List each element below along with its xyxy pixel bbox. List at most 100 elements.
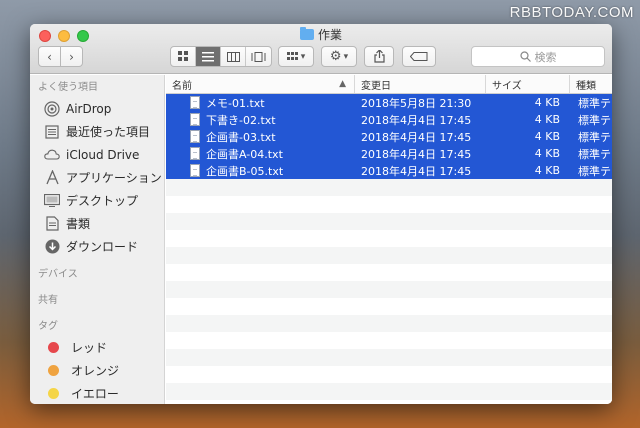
list-view-button[interactable] xyxy=(196,47,221,66)
search-field[interactable]: 検索 xyxy=(471,46,605,67)
file-name-cell: 企画書-03.txt xyxy=(166,129,355,145)
empty-row xyxy=(166,315,612,332)
file-date: 2018年4月4日 17:45 xyxy=(361,130,472,144)
sidebar-tag-yellow[interactable]: イエロー xyxy=(30,382,164,404)
empty-row xyxy=(166,383,612,400)
file-size: 4 KB xyxy=(534,147,560,160)
downloads-icon xyxy=(44,239,60,255)
share-button[interactable] xyxy=(364,46,394,67)
tag-icon xyxy=(410,52,428,61)
file-date: 2018年4月4日 17:45 xyxy=(361,164,472,178)
title-bar: 作業 ‹ › ▾ ⚙ ▾ 検索 xyxy=(30,24,612,74)
folder-icon xyxy=(299,27,314,40)
file-list: 名前 ▲ 変更日 サイズ 種類 メモ-01.txt 2018年5月8日 21:3… xyxy=(166,75,612,404)
file-size: 4 KB xyxy=(534,113,560,126)
sidebar-item-label: 最近使った項目 xyxy=(66,125,151,139)
arrange-button[interactable]: ▾ xyxy=(278,46,314,67)
forward-button[interactable]: › xyxy=(60,46,83,67)
sidebar-item-label: 書類 xyxy=(66,217,91,231)
sidebar-item-label: iCloud Drive xyxy=(66,147,140,162)
sidebar-item-downloads[interactable]: ダウンロード xyxy=(30,235,164,258)
tag-color-dot xyxy=(48,342,59,353)
sidebar-item-airdrop[interactable]: AirDrop xyxy=(30,97,164,120)
sidebar-item-recents[interactable]: 最近使った項目 xyxy=(30,120,164,143)
chevron-down-icon: ▾ xyxy=(343,51,349,62)
column-header-kind[interactable]: 種類 xyxy=(570,75,612,93)
table-row[interactable]: メモ-01.txt 2018年5月8日 21:30 4 KB 標準テ xyxy=(166,94,612,111)
empty-row xyxy=(166,264,612,281)
tag-color-dot xyxy=(48,388,59,399)
file-name-cell: 企画書B-05.txt xyxy=(166,163,355,179)
sidebar-item-label: AirDrop xyxy=(66,101,112,116)
sidebar-item-icloud-drive[interactable]: iCloud Drive xyxy=(30,143,164,166)
sidebar-item-applications[interactable]: アプリケーション xyxy=(30,166,164,189)
file-kind: 標準テ xyxy=(578,96,611,110)
file-kind: 標準テ xyxy=(578,164,611,178)
file-size: 4 KB xyxy=(534,130,560,143)
column-header-label: 変更日 xyxy=(361,80,391,92)
file-name: 下書き-02.txt xyxy=(206,113,276,127)
gallery-view-button[interactable] xyxy=(246,47,271,66)
sidebar-section-tags: タグ xyxy=(38,321,58,332)
cloud-icon xyxy=(44,147,60,163)
empty-row xyxy=(166,298,612,315)
empty-rows xyxy=(166,179,612,404)
text-document-icon xyxy=(190,113,200,126)
column-header-date[interactable]: 変更日 xyxy=(355,75,486,93)
file-name: 企画書A-04.txt xyxy=(206,147,283,161)
airdrop-icon xyxy=(44,100,60,117)
file-date: 2018年5月8日 21:30 xyxy=(361,96,472,110)
sidebar-item-label: イエロー xyxy=(71,387,119,401)
file-name: 企画書B-05.txt xyxy=(206,164,284,178)
column-header-name[interactable]: 名前 ▲ xyxy=(166,75,355,93)
empty-row xyxy=(166,281,612,298)
action-button[interactable]: ⚙ ▾ xyxy=(321,46,357,67)
chevron-left-icon: ‹ xyxy=(47,49,52,64)
table-row[interactable]: 企画書B-05.txt 2018年4月4日 17:45 4 KB 標準テ xyxy=(166,162,612,179)
text-document-icon xyxy=(190,147,200,160)
tags-button[interactable] xyxy=(402,46,436,67)
sort-ascending-icon: ▲ xyxy=(339,79,346,89)
empty-row xyxy=(166,179,612,196)
text-document-icon xyxy=(190,96,200,109)
sidebar: よく使う項目 AirDrop 最近使った項目 iCloud Drive アプリケ… xyxy=(30,75,165,404)
icon-view-icon xyxy=(177,51,188,61)
tag-color-dot xyxy=(48,365,59,376)
column-header-label: サイズ xyxy=(492,80,522,92)
sidebar-item-desktop[interactable]: デスクトップ xyxy=(30,189,164,212)
empty-row xyxy=(166,332,612,349)
file-date: 2018年4月4日 17:45 xyxy=(361,147,472,161)
icon-view-button[interactable] xyxy=(171,47,196,66)
sidebar-tag-orange[interactable]: オレンジ xyxy=(30,359,164,382)
search-icon xyxy=(519,51,531,62)
table-row[interactable]: 企画書-03.txt 2018年4月4日 17:45 4 KB 標準テ xyxy=(166,128,612,145)
recents-icon xyxy=(44,124,60,140)
sidebar-section-shared: 共有 xyxy=(38,295,58,306)
chevron-right-icon: › xyxy=(69,49,74,64)
empty-row xyxy=(166,230,612,247)
gallery-view-icon xyxy=(251,51,266,62)
sidebar-tag-red[interactable]: レッド xyxy=(30,336,164,359)
table-row[interactable]: 企画書A-04.txt 2018年4月4日 17:45 4 KB 標準テ xyxy=(166,145,612,162)
list-view-icon xyxy=(202,51,214,61)
file-date: 2018年4月4日 17:45 xyxy=(361,113,472,127)
window-title: 作業 xyxy=(30,26,612,43)
share-icon xyxy=(373,50,385,63)
documents-icon xyxy=(44,216,60,232)
column-view-icon xyxy=(226,51,240,62)
back-button[interactable]: ‹ xyxy=(38,46,61,67)
empty-row xyxy=(166,196,612,213)
column-header-size[interactable]: サイズ xyxy=(486,75,570,93)
sidebar-item-documents[interactable]: 書類 xyxy=(30,212,164,235)
empty-row xyxy=(166,366,612,383)
sidebar-item-label: オレンジ xyxy=(71,364,120,378)
arrange-grid-icon xyxy=(286,52,298,60)
file-kind: 標準テ xyxy=(578,147,611,161)
table-row[interactable]: 下書き-02.txt 2018年4月4日 17:45 4 KB 標準テ xyxy=(166,111,612,128)
text-document-icon xyxy=(190,130,200,143)
watermark: RBBTODAY.COM xyxy=(509,4,634,21)
column-header-row: 名前 ▲ 変更日 サイズ 種類 xyxy=(166,75,612,94)
column-view-button[interactable] xyxy=(221,47,246,66)
sidebar-item-label: アプリケーション xyxy=(66,171,162,185)
file-name-cell: 企画書A-04.txt xyxy=(166,146,355,162)
